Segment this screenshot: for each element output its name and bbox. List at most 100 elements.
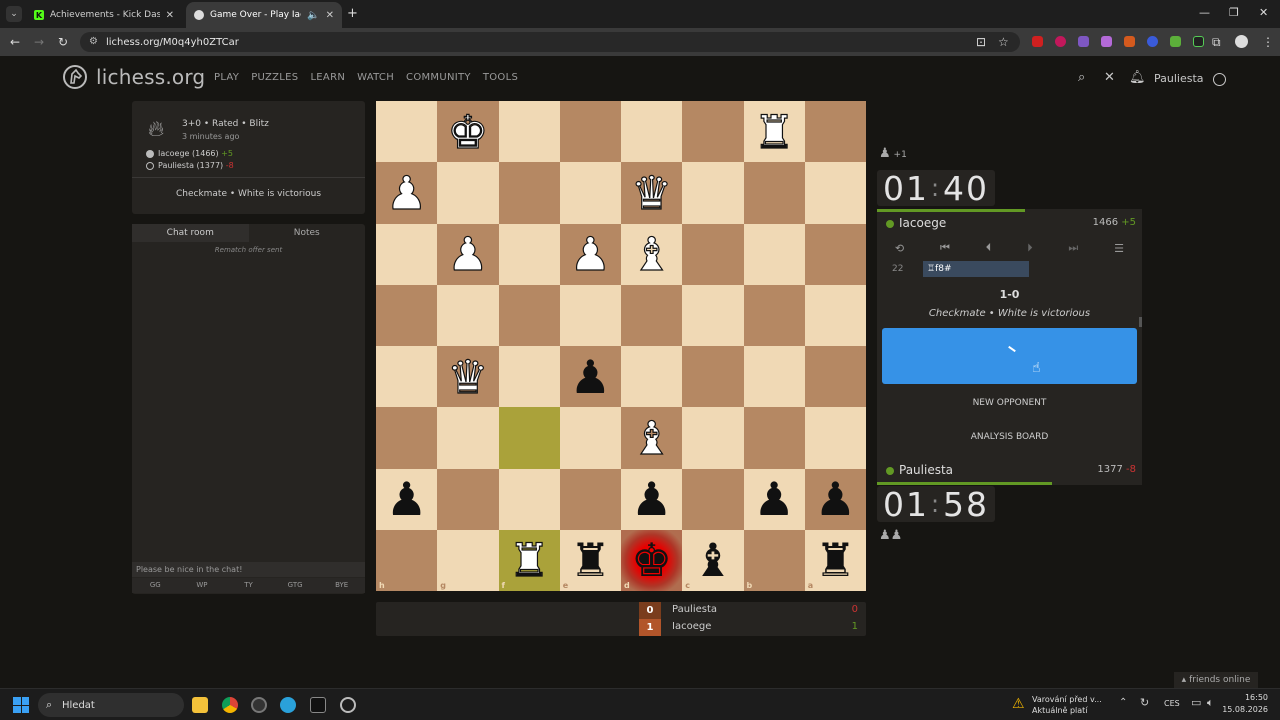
volume-icon[interactable]: 🔈︎ xyxy=(1207,696,1214,710)
board-square[interactable]: ♛ xyxy=(621,162,683,224)
board-square[interactable]: ♚ xyxy=(621,529,683,591)
board-square[interactable]: ♝ xyxy=(621,223,683,285)
white-pawn-icon[interactable]: ♟ xyxy=(385,169,427,216)
board-square[interactable] xyxy=(376,346,438,408)
active-move[interactable]: ♖f8# xyxy=(923,261,1029,277)
board-square[interactable]: ♛ xyxy=(437,346,499,408)
telegram-icon[interactable] xyxy=(280,697,296,713)
white-pawn-icon[interactable]: ♟ xyxy=(447,231,489,278)
board-square[interactable] xyxy=(682,346,744,408)
next-move-icon[interactable]: ⏵ xyxy=(1027,241,1033,255)
address-bar[interactable]: ⚙ lichess.org/M0q4yh0ZTCar xyxy=(80,32,1020,52)
obs-icon[interactable] xyxy=(251,697,267,713)
extension-icon[interactable] xyxy=(1078,36,1089,47)
forward-icon[interactable]: → xyxy=(34,35,44,49)
analysis-board-button[interactable]: ANALYSIS BOARD xyxy=(877,432,1142,442)
tray-chevron-icon[interactable]: ⌃ xyxy=(1119,697,1127,708)
app-icon[interactable] xyxy=(310,697,326,713)
board-square[interactable] xyxy=(559,101,621,163)
site-logo[interactable]: lichess.org xyxy=(62,64,205,90)
board-square[interactable] xyxy=(559,284,621,346)
board-square[interactable] xyxy=(682,284,744,346)
board-square[interactable] xyxy=(743,407,805,469)
board-square[interactable] xyxy=(559,407,621,469)
board-square[interactable]: ♟ xyxy=(559,346,621,408)
weather-warning-notification[interactable]: ⚠ Varování před v... Aktuálně platí xyxy=(1012,693,1112,717)
board-square[interactable] xyxy=(498,284,560,346)
user-menu[interactable]: Pauliesta xyxy=(1154,72,1227,86)
maximize-icon[interactable]: ❐ xyxy=(1229,6,1239,19)
install-app-icon[interactable]: ⊡ xyxy=(976,35,986,49)
board-square[interactable]: ♟ xyxy=(437,223,499,285)
board-square[interactable] xyxy=(437,284,499,346)
extension-icon[interactable] xyxy=(1193,36,1204,47)
bookmark-star-icon[interactable]: ☆ xyxy=(998,35,1009,49)
nav-watch[interactable]: WATCH xyxy=(357,72,394,83)
board-square[interactable] xyxy=(498,407,560,469)
chrome-icon[interactable] xyxy=(222,697,238,713)
board-square[interactable] xyxy=(621,346,683,408)
tab-list-chevron-icon[interactable]: ⌄ xyxy=(6,6,22,22)
quick-wp-button[interactable]: WP xyxy=(179,578,226,593)
board-square[interactable] xyxy=(743,162,805,224)
extension-icon[interactable] xyxy=(1147,36,1158,47)
black-player-line[interactable]: Pauliesta (1377) -8 xyxy=(146,161,234,170)
challenges-icon[interactable]: ✕ xyxy=(1104,70,1115,85)
new-opponent-button[interactable]: NEW OPPONENT xyxy=(877,398,1142,408)
settings-gear-icon[interactable] xyxy=(340,697,356,713)
quick-gtg-button[interactable]: GTG xyxy=(272,578,319,593)
search-icon[interactable]: ⌕ xyxy=(1078,70,1085,85)
board-square[interactable] xyxy=(682,407,744,469)
board-square[interactable] xyxy=(437,468,499,530)
tab-chat-room[interactable]: Chat room xyxy=(132,224,249,242)
board-square[interactable]: ♟ xyxy=(376,468,438,530)
board-square[interactable] xyxy=(498,223,560,285)
black-pawn-icon[interactable]: ♟ xyxy=(386,476,427,522)
black-pawn-icon[interactable]: ♟ xyxy=(570,354,611,400)
top-player-row[interactable]: Iacoege 1466 +5 xyxy=(877,213,1142,235)
minimize-icon[interactable]: — xyxy=(1199,6,1210,19)
nav-puzzles[interactable]: PUZZLES xyxy=(251,72,298,83)
board-square[interactable] xyxy=(743,346,805,408)
board-square[interactable]: ♜ xyxy=(559,529,621,591)
board-square[interactable] xyxy=(498,346,560,408)
board-square[interactable] xyxy=(621,284,683,346)
bottom-player-row[interactable]: Pauliesta 1377 -8 xyxy=(877,460,1142,482)
nav-learn[interactable]: LEARN xyxy=(310,72,345,83)
black-pawn-icon[interactable]: ♟ xyxy=(815,476,856,522)
tab-kick-dashboard[interactable]: K Achievements - Kick Dashboard ✕ xyxy=(26,2,182,28)
extension-icon[interactable] xyxy=(1124,36,1135,47)
board-square[interactable] xyxy=(621,101,683,163)
white-queen-icon[interactable]: ♛ xyxy=(447,353,489,400)
board-square[interactable] xyxy=(376,284,438,346)
clock-date[interactable]: 15.08.2026 xyxy=(1222,705,1268,714)
quick-bye-button[interactable]: BYE xyxy=(318,578,365,593)
white-rook-icon[interactable]: ♜ xyxy=(753,108,795,155)
board-square[interactable] xyxy=(559,162,621,224)
black-pawn-icon[interactable]: ♟ xyxy=(754,476,795,522)
nav-tools[interactable]: TOOLS xyxy=(483,72,518,83)
tab-notes[interactable]: Notes xyxy=(249,224,366,242)
windows-start-icon[interactable] xyxy=(13,697,29,713)
reload-icon[interactable]: ↻ xyxy=(58,35,68,49)
black-bishop-icon[interactable]: ♝ xyxy=(692,537,733,583)
flip-board-icon[interactable]: ⟲ xyxy=(895,242,904,255)
network-icon[interactable]: ▭ xyxy=(1191,696,1201,709)
board-square[interactable] xyxy=(498,101,560,163)
board-square[interactable] xyxy=(743,223,805,285)
keyboard-language[interactable]: CES xyxy=(1164,699,1180,708)
board-square[interactable] xyxy=(437,407,499,469)
board-square[interactable] xyxy=(682,223,744,285)
black-rook-icon[interactable]: ♜ xyxy=(570,537,611,583)
board-square[interactable] xyxy=(682,162,744,224)
scrollbar-thumb[interactable] xyxy=(1139,317,1142,327)
board-square[interactable] xyxy=(376,407,438,469)
board-square[interactable] xyxy=(437,162,499,224)
board-square[interactable]: ♜ xyxy=(498,529,560,591)
nav-play[interactable]: PLAY xyxy=(214,72,239,83)
white-player-line[interactable]: Iacoege (1466) +5 xyxy=(146,149,233,158)
board-square[interactable] xyxy=(743,284,805,346)
white-bishop-icon[interactable]: ♝ xyxy=(630,414,672,461)
rematch-button[interactable]: ☝ xyxy=(882,328,1137,384)
board-square[interactable]: ♟ xyxy=(376,162,438,224)
